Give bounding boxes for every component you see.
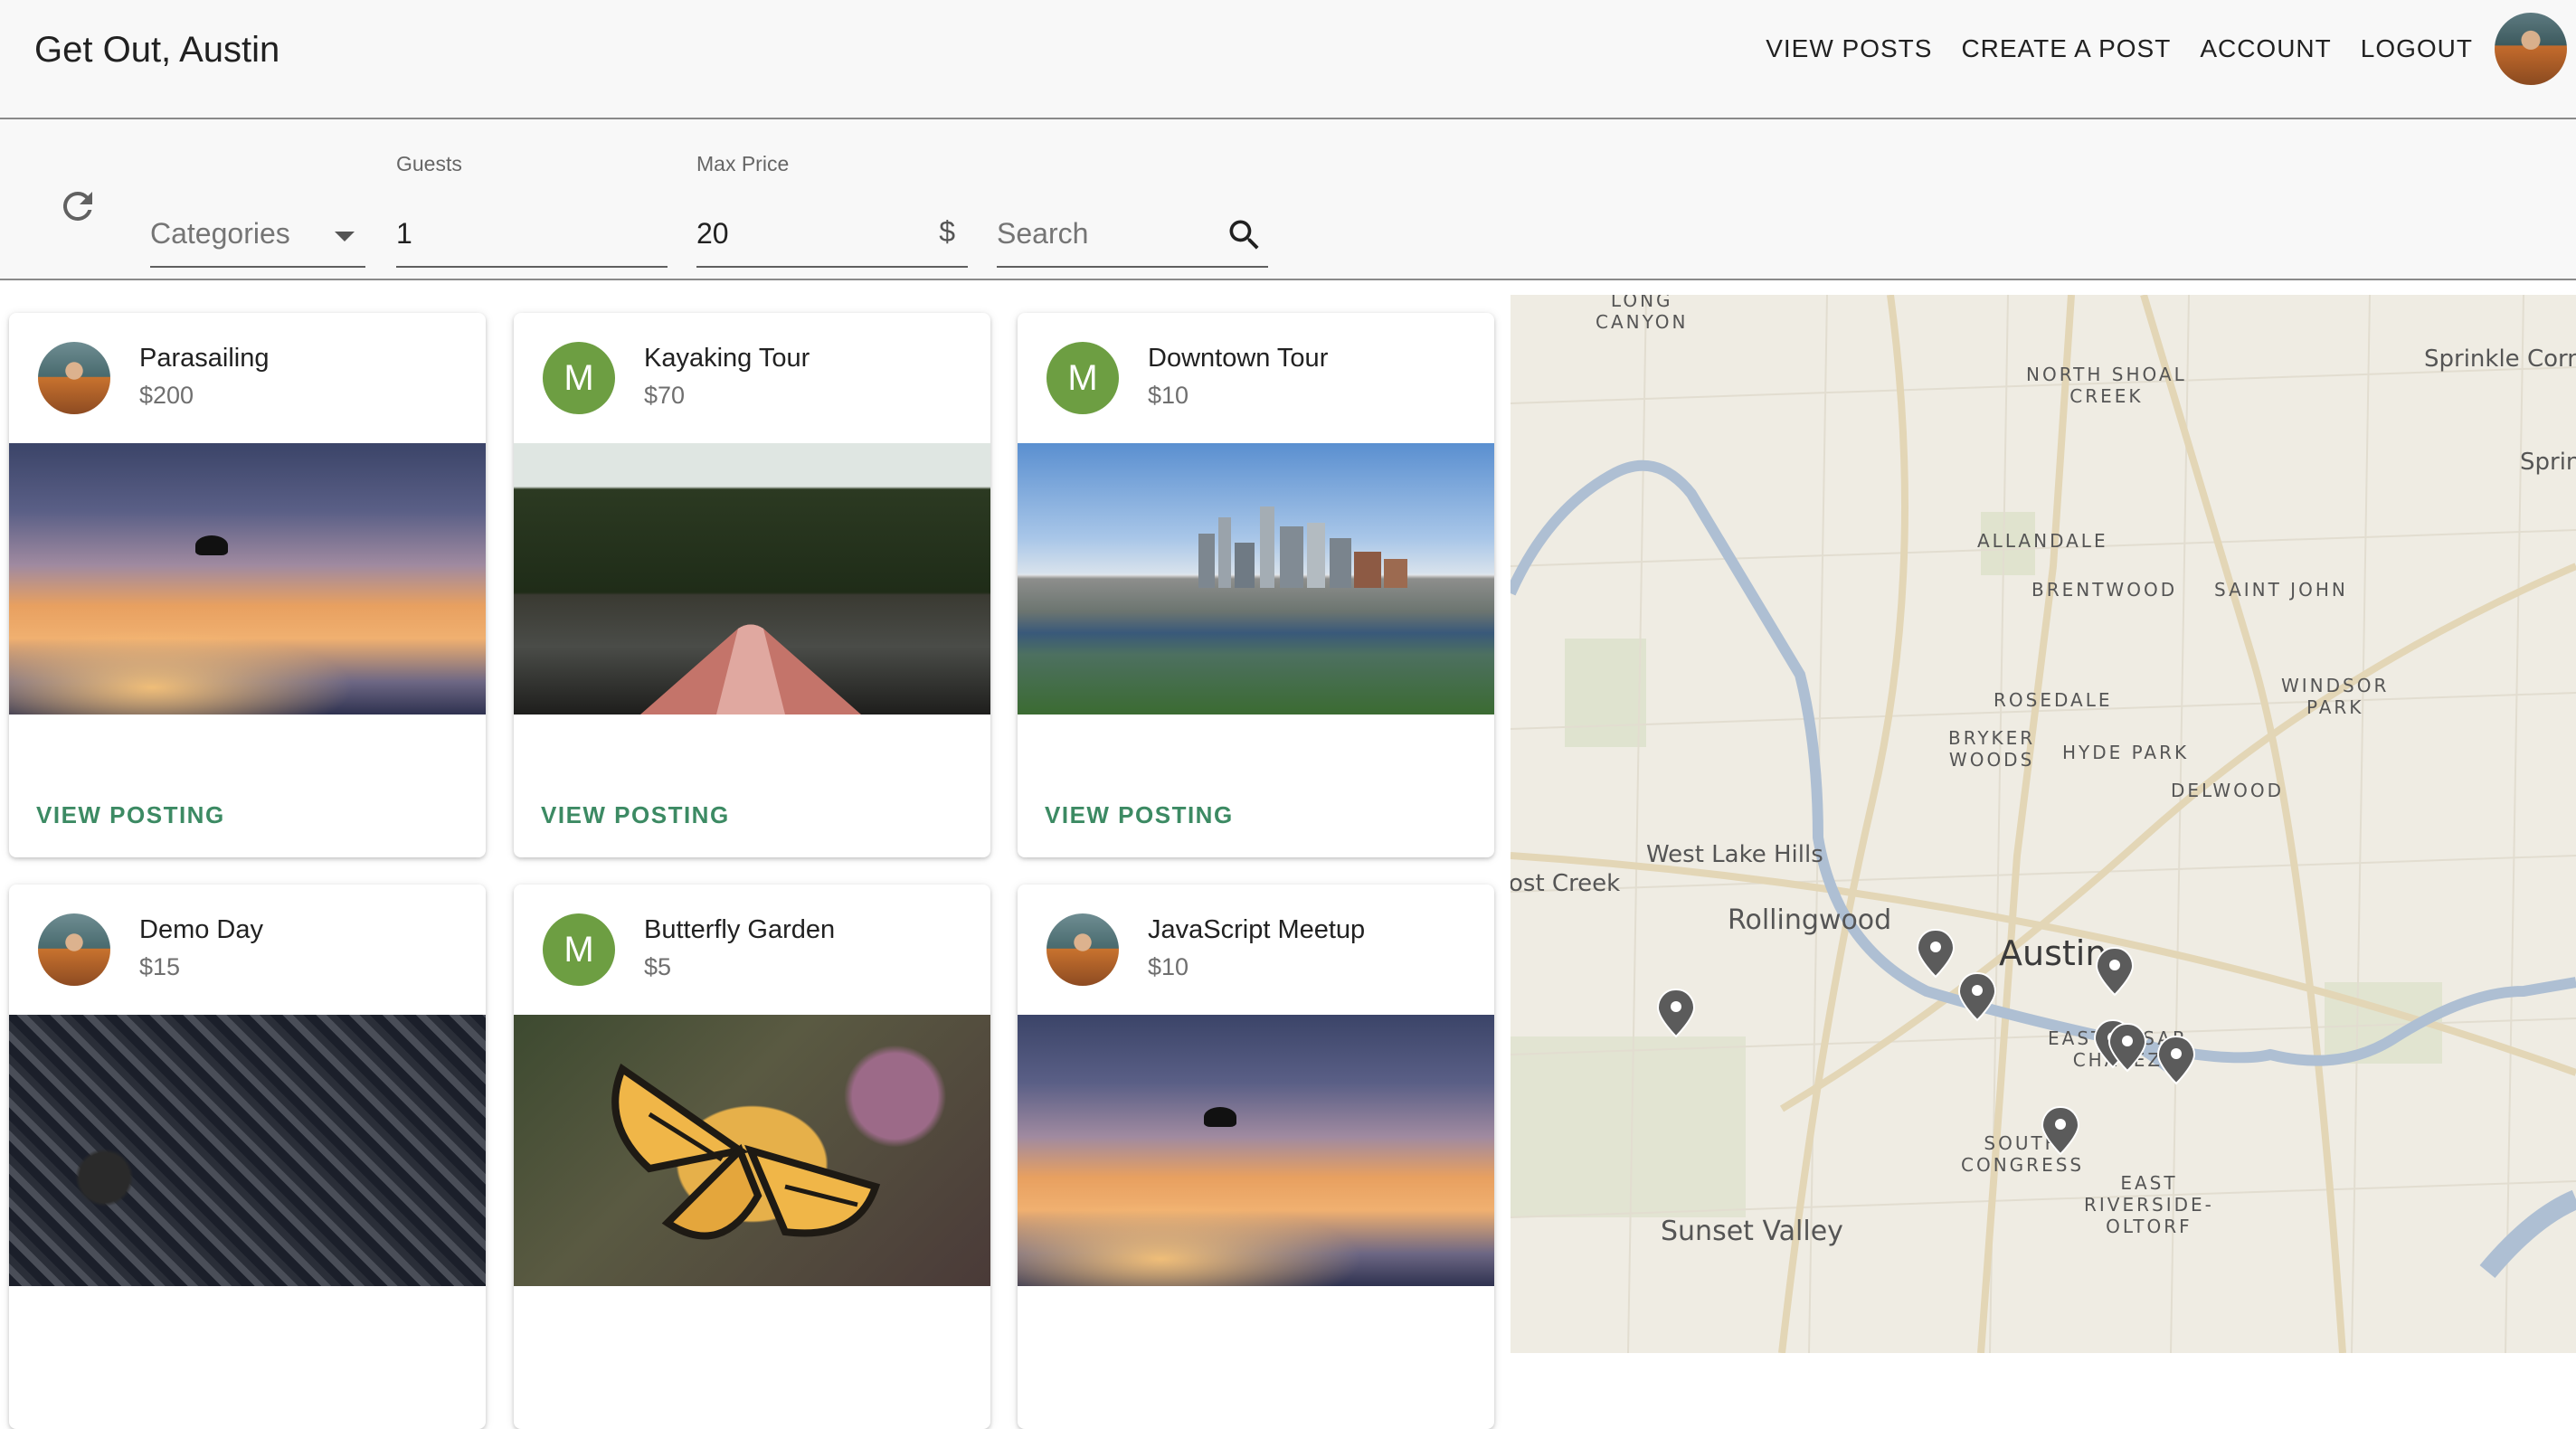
card-image (514, 1015, 990, 1286)
avatar (38, 342, 110, 414)
card-image (9, 1015, 486, 1286)
nav-view-posts[interactable]: VIEW POSTS (1751, 0, 1946, 98)
view-posting-button[interactable]: VIEW POSTING (541, 801, 730, 829)
posting-card: M Kayaking Tour $70 VIEW POSTING (514, 313, 990, 857)
card-image (514, 443, 990, 714)
card-price: $10 (1148, 382, 1189, 409)
map-marker-icon[interactable] (2157, 1036, 2195, 1084)
avatar: M (1046, 342, 1119, 414)
card-title: Demo Day (139, 915, 263, 944)
chevron-down-icon (335, 232, 355, 241)
map-marker-icon[interactable] (1958, 972, 1996, 1021)
posting-card: Demo Day $15 (9, 885, 486, 1429)
card-image (1018, 443, 1494, 714)
card-header: Demo Day $15 (9, 885, 486, 1015)
max-price-label: Max Price (696, 152, 790, 175)
parasail-icon (195, 535, 228, 555)
guests-value[interactable]: 1 (396, 217, 412, 251)
posting-card: M Downtown Tour $10 VIEW POSTING (1018, 313, 1494, 857)
butterfly-icon (611, 1063, 881, 1240)
posting-card: M Butterfly Garden $5 (514, 885, 990, 1429)
view-posting-button[interactable]: VIEW POSTING (1045, 801, 1234, 829)
posting-card: JavaScript Meetup $10 (1018, 885, 1494, 1429)
card-title: Kayaking Tour (644, 344, 810, 373)
refresh-icon[interactable] (56, 185, 99, 228)
posting-card: Parasailing $200 VIEW POSTING (9, 313, 486, 857)
map-marker-icon[interactable] (2041, 1106, 2079, 1155)
card-title: JavaScript Meetup (1148, 915, 1366, 944)
postings-grid: Parasailing $200 VIEW POSTING M Kayaking… (0, 280, 1511, 1429)
map[interactable]: LONG CANYON NORTH SHOAL CREEK ALLANDALE BR… (1511, 295, 2576, 1353)
card-title: Butterfly Garden (644, 915, 836, 944)
card-price: $200 (139, 382, 194, 409)
card-image (9, 443, 486, 714)
avatar (1046, 913, 1119, 986)
search-input[interactable]: Search (997, 217, 1088, 251)
map-marker-icon[interactable] (2096, 947, 2134, 996)
filter-bar: Categories Guests 1 Max Price 20 $ Searc… (0, 119, 2576, 280)
card-price: $5 (644, 953, 672, 980)
card-title: Downtown Tour (1148, 344, 1329, 373)
card-price: $15 (139, 953, 181, 980)
dollar-adornment: $ (939, 215, 955, 248)
avatar: M (543, 913, 615, 986)
card-title: Parasailing (139, 344, 270, 373)
card-price: $10 (1148, 953, 1189, 980)
card-header: M Downtown Tour $10 (1018, 313, 1494, 443)
nav-logout[interactable]: LOGOUT (2346, 0, 2487, 98)
guests-field[interactable]: Guests 1 (396, 152, 668, 268)
nav-create-post[interactable]: CREATE A POST (1946, 0, 2185, 98)
search-field[interactable]: Search (997, 152, 1268, 268)
user-avatar[interactable] (2495, 13, 2567, 85)
guests-label: Guests (396, 152, 462, 175)
max-price-value[interactable]: 20 (696, 217, 729, 251)
kayak-bow-icon (640, 624, 861, 714)
card-header: JavaScript Meetup $10 (1018, 885, 1494, 1015)
card-header: M Butterfly Garden $5 (514, 885, 990, 1015)
app-bar: Get Out, Austin VIEW POSTS CREATE A POST… (0, 0, 2576, 119)
app-title: Get Out, Austin (34, 30, 280, 70)
top-nav: VIEW POSTS CREATE A POST ACCOUNT LOGOUT (1751, 0, 2567, 98)
card-header: M Kayaking Tour $70 (514, 313, 990, 443)
categories-select[interactable]: Categories (150, 152, 365, 268)
view-posting-button[interactable]: VIEW POSTING (36, 801, 225, 829)
skyline-icon (1198, 506, 1407, 588)
nav-account[interactable]: ACCOUNT (2185, 0, 2345, 98)
map-marker-icon[interactable] (1917, 929, 1955, 978)
search-icon[interactable] (1225, 215, 1264, 255)
max-price-field[interactable]: Max Price 20 $ (696, 152, 968, 268)
map-markers (1657, 929, 2195, 1155)
card-image (1018, 1015, 1494, 1286)
categories-placeholder: Categories (150, 217, 290, 250)
avatar: M (543, 342, 615, 414)
card-header: Parasailing $200 (9, 313, 486, 443)
map-marker-icon[interactable] (1657, 989, 1695, 1037)
card-price: $70 (644, 382, 686, 409)
parasail-icon (1204, 1107, 1236, 1127)
avatar (38, 913, 110, 986)
